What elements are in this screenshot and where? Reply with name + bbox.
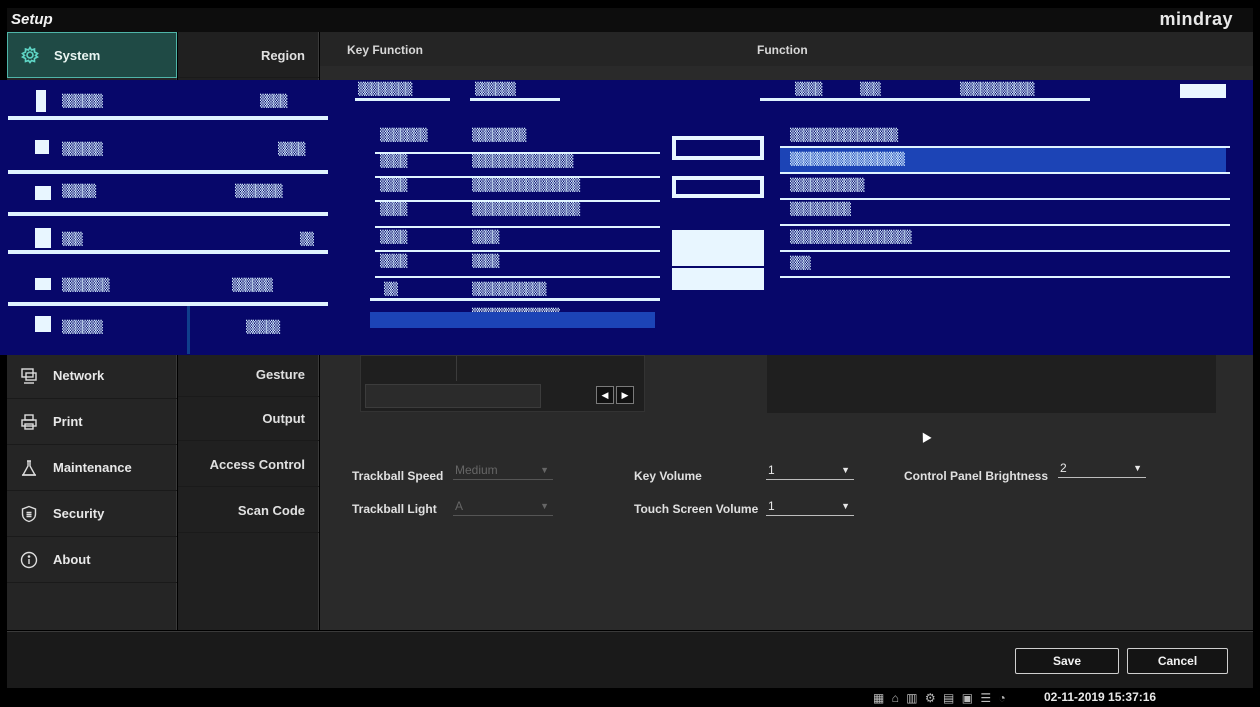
save-button[interactable]: Save (1015, 648, 1119, 674)
subnav-item-gesture[interactable]: Gesture (178, 353, 319, 397)
nav-item-security[interactable]: Security (7, 491, 177, 537)
touch-screen-volume-select[interactable]: 1 ▼ (766, 498, 854, 516)
nav-label-network: Network (53, 368, 105, 383)
control-panel-brightness-select[interactable]: 2 ▼ (1058, 460, 1146, 478)
chevron-down-icon: ▼ (841, 501, 850, 511)
trackball-light-label: Trackball Light (352, 502, 437, 516)
trackball-speed-select[interactable]: Medium ▼ (453, 462, 553, 480)
nav-label-security: Security (53, 506, 105, 521)
info-icon (19, 550, 39, 570)
nav-item-system[interactable]: System (7, 32, 177, 78)
gear-icon (20, 45, 40, 65)
touch-screen-volume-label: Touch Screen Volume (634, 502, 759, 516)
subnav-item-scan-code[interactable]: Scan Code (178, 489, 319, 533)
table-header: Key Function Function (320, 32, 1253, 66)
chevron-down-icon: ▼ (540, 465, 549, 475)
function-list-box (767, 355, 1216, 413)
arrow-left-button[interactable]: ◀ (596, 386, 614, 404)
nav-item-about[interactable]: About (7, 537, 177, 583)
flask-icon (19, 458, 39, 478)
title-bar: Setup mindray (7, 8, 1253, 32)
nav-item-maintenance[interactable]: Maintenance (7, 445, 177, 491)
chevron-down-icon: ▼ (540, 501, 549, 511)
arrow-right-button[interactable]: ▶ (616, 386, 634, 404)
glitched-region: ▒▒▒▒▒▒ ▒▒▒▒ ▒▒▒▒▒▒ ▒▒▒▒ ▒▒▒▒▒ ▒▒▒▒▒▒▒ ▒▒… (0, 80, 1253, 355)
trackball-speed-label: Trackball Speed (352, 469, 444, 483)
window-title: Setup (11, 11, 53, 28)
nav-item-print[interactable]: Print (7, 399, 177, 445)
key-volume-label: Key Volume (634, 469, 702, 483)
control-panel-brightness-label: Control Panel Brightness (904, 469, 1049, 483)
chevron-down-icon: ▼ (841, 465, 850, 475)
header-key-function: Key Function (347, 43, 424, 57)
nav-item-network[interactable]: Network (7, 353, 177, 399)
subnav-item-output[interactable]: Output (178, 397, 319, 441)
trackball-light-select[interactable]: A ▼ (453, 498, 553, 516)
printer-icon (19, 412, 39, 432)
network-icon (19, 366, 39, 386)
footer-bar: Save Cancel (7, 631, 1253, 688)
status-icons: ▦ ⌂ ▥ ⚙ ▤ ▣ ☰ ◔ (873, 691, 1008, 705)
subnav-item-access-control[interactable]: Access Control (178, 443, 319, 487)
nav-label-print: Print (53, 414, 83, 429)
nav-label-about: About (53, 552, 91, 567)
nav-label-system: System (54, 47, 101, 63)
key-input[interactable] (365, 384, 541, 408)
status-bar: ▦ ⌂ ▥ ⚙ ▤ ▣ ☰ ◔ 02-11-2019 15:37:16 (7, 688, 1253, 707)
nav-label-maintenance: Maintenance (53, 460, 132, 475)
brand-logo: mindray (1159, 9, 1233, 29)
key-list-box: ◀ ▶ (360, 355, 645, 412)
shield-icon (19, 504, 39, 524)
subnav-item-region[interactable]: Region (178, 34, 319, 78)
header-function: Function (757, 43, 808, 57)
chevron-down-icon: ▼ (1133, 463, 1142, 473)
cancel-button[interactable]: Cancel (1127, 648, 1228, 674)
datetime: 02-11-2019 15:37:16 (1044, 690, 1157, 704)
key-volume-select[interactable]: 1 ▼ (766, 462, 854, 480)
